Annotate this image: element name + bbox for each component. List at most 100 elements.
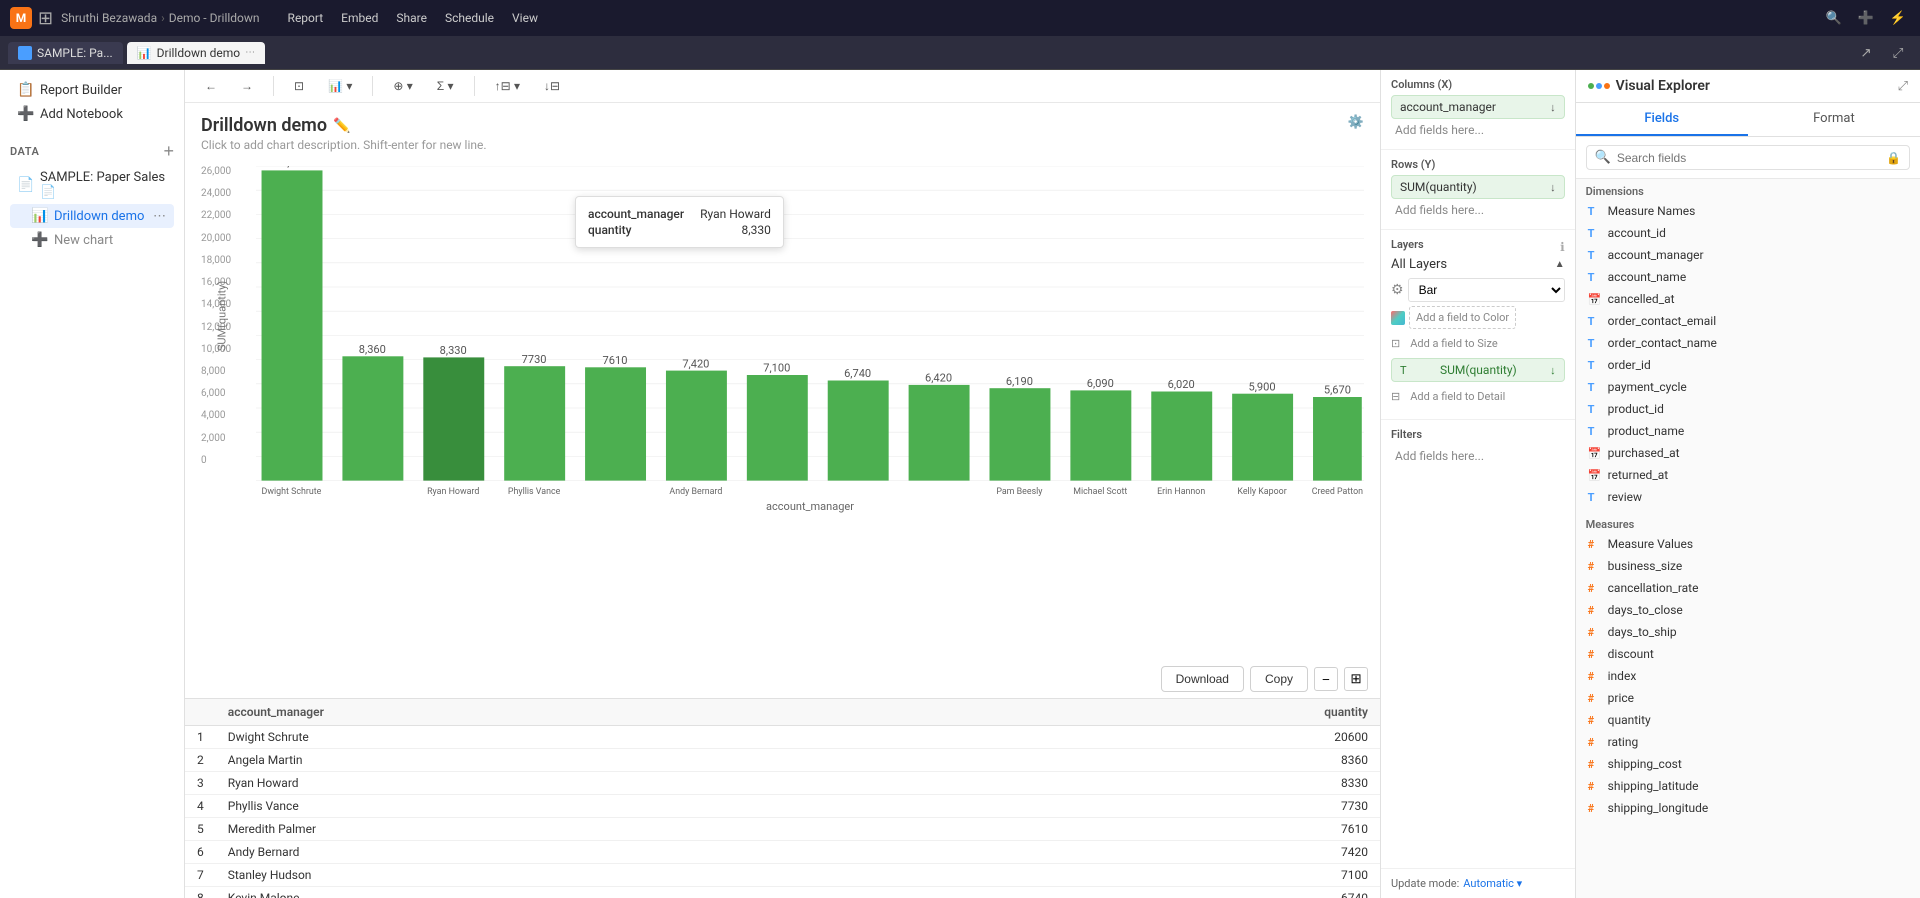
chevron-up-icon[interactable]: ▲ [1555,259,1565,270]
ve-expand-icon[interactable]: ⤢ [1898,79,1908,94]
sum-quantity-field[interactable]: T SUM(quantity) ↓ [1391,358,1565,382]
tab-sample[interactable]: SAMPLE: Pa... [8,42,123,64]
measure-item[interactable]: #discount [1576,643,1920,665]
tab-fields[interactable]: Fields [1576,103,1748,136]
dimension-item[interactable]: Treview [1576,486,1920,508]
bar-meredith[interactable] [585,367,646,480]
back-button[interactable]: ← [197,76,225,96]
dimension-item[interactable]: Tproduct_name [1576,420,1920,442]
measure-item[interactable]: #price [1576,687,1920,709]
bar-andy[interactable] [666,371,727,481]
edit-title-icon[interactable]: ✏️ [333,118,350,134]
chart-options-icon[interactable]: ⋯ [153,209,166,224]
info-icon[interactable]: ℹ [1560,240,1565,254]
sidebar-item-drilldown[interactable]: 📊 Drilldown demo ⋯ [10,204,174,228]
bar-kelly[interactable] [1232,394,1293,481]
filters-add-field[interactable]: Add fields here... [1391,445,1565,467]
sum-field-arrow-icon[interactable]: ↓ [1550,364,1556,377]
calc-button[interactable]: Σ ▾ [429,76,462,96]
bar-ryan[interactable] [423,357,484,480]
bar-pam[interactable] [989,388,1050,480]
dimension-item[interactable]: Tproduct_id [1576,398,1920,420]
tab-format[interactable]: Format [1748,103,1920,136]
chart-subtitle[interactable]: Click to add chart description. Shift-en… [201,138,487,152]
sidebar-item-add-notebook[interactable]: ➕ Add Notebook [10,102,174,126]
bar-kevin[interactable] [828,381,889,481]
sidebar-add-button[interactable]: + [163,142,174,160]
bar-phyllis[interactable] [504,366,565,480]
dimension-item[interactable]: Torder_id [1576,354,1920,376]
search-icon[interactable]: 🔍 [1822,6,1846,30]
measure-item[interactable]: #business_size [1576,555,1920,577]
dimension-item[interactable]: Taccount_id [1576,222,1920,244]
measure-item[interactable]: #quantity [1576,709,1920,731]
rows-add-field[interactable]: Add fields here... [1391,199,1565,221]
bar-erin[interactable] [1151,392,1212,481]
dimension-item[interactable]: 📅cancelled_at [1576,288,1920,310]
add-icon[interactable]: ➕ [1854,6,1878,30]
rows-field-sort-icon[interactable]: ↓ [1550,181,1556,194]
nav-report[interactable]: Report [280,9,332,27]
measure-item[interactable]: #cancellation_rate [1576,577,1920,599]
tab-demo[interactable]: 📊 Drilldown demo ⋯ [127,42,265,64]
dimension-item[interactable]: Tpayment_cycle [1576,376,1920,398]
bar-stanley[interactable] [747,375,808,481]
chart-view-button[interactable]: 📊 ▾ [320,76,360,96]
dimension-item[interactable]: Torder_contact_name [1576,332,1920,354]
bar-creed[interactable] [1313,397,1362,481]
download-button[interactable]: Download [1161,666,1244,692]
forward-button[interactable]: → [233,76,261,96]
columns-field-sort-icon[interactable]: ↓ [1550,101,1556,114]
search-lock-icon[interactable]: 🔒 [1886,151,1901,165]
measure-item[interactable]: #rating [1576,731,1920,753]
columns-add-field[interactable]: Add fields here... [1391,119,1565,141]
settings-icon[interactable]: ⚡ [1886,6,1910,30]
nav-share[interactable]: Share [388,9,435,27]
bar-michael[interactable] [1070,390,1131,480]
measure-item[interactable]: #shipping_latitude [1576,775,1920,797]
chart-settings-icon[interactable]: ⚙️ [1348,115,1364,130]
measure-item[interactable]: #days_to_close [1576,599,1920,621]
columns-field-box[interactable]: account_manager ↓ [1391,95,1565,119]
dimension-item[interactable]: Torder_contact_email [1576,310,1920,332]
rows-field-box[interactable]: SUM(quantity) ↓ [1391,175,1565,199]
measure-item[interactable]: #days_to_ship [1576,621,1920,643]
add-size-button[interactable]: Add a field to Size [1404,333,1503,354]
second-bar-actions: ↗ ⤢ [1852,39,1912,67]
search-input[interactable] [1617,151,1880,165]
chart-type-button[interactable]: ⊡ [286,76,312,96]
sidebar-item-new-chart[interactable]: ➕ New chart [10,228,174,252]
data-button[interactable]: ⊕ ▾ [385,76,420,96]
dimension-item[interactable]: Taccount_name [1576,266,1920,288]
measure-item[interactable]: #Measure Values [1576,533,1920,555]
sort-asc-button[interactable]: ↑⊟ ▾ [487,76,528,96]
sidebar-datasource[interactable]: 📄 SAMPLE: Paper Sales 📄 [10,166,174,204]
add-color-button[interactable]: Add a field to Color [1409,306,1516,329]
copy-button[interactable]: Copy [1250,666,1308,692]
bar-angela[interactable] [342,356,403,480]
zoom-in-button[interactable]: ⊞ [1344,667,1368,691]
gear-icon[interactable]: ⚙ [1391,282,1404,298]
rows-section: Rows (Y) SUM(quantity) ↓ Add fields here… [1381,150,1575,230]
zoom-out-button[interactable]: − [1314,667,1338,691]
sort-desc-button[interactable]: ↓⊟ [536,76,568,96]
dimension-item[interactable]: 📅returned_at [1576,464,1920,486]
add-detail-button[interactable]: Add a field to Detail [1404,386,1511,407]
layer-type-dropdown[interactable]: Bar Line Area [1408,278,1565,302]
dimension-item[interactable]: Taccount_manager [1576,244,1920,266]
measure-item[interactable]: #shipping_longitude [1576,797,1920,819]
fullscreen-icon[interactable]: ⤢ [1884,39,1912,67]
measure-item[interactable]: #shipping_cost [1576,753,1920,775]
sidebar-item-report-builder[interactable]: 📋 Report Builder [10,78,174,102]
nav-schedule[interactable]: Schedule [437,9,502,27]
bar-dwight[interactable] [262,170,323,480]
update-mode-value[interactable]: Automatic ▾ [1463,877,1522,890]
tab-demo-menu-icon[interactable]: ⋯ [245,47,255,58]
nav-embed[interactable]: Embed [333,9,386,27]
nav-view[interactable]: View [504,9,546,27]
measure-item[interactable]: #index [1576,665,1920,687]
export-icon[interactable]: ↗ [1852,39,1880,67]
bar-oscar[interactable] [909,385,970,481]
dimension-item[interactable]: 📅purchased_at [1576,442,1920,464]
dimension-item[interactable]: TMeasure Names [1576,200,1920,222]
